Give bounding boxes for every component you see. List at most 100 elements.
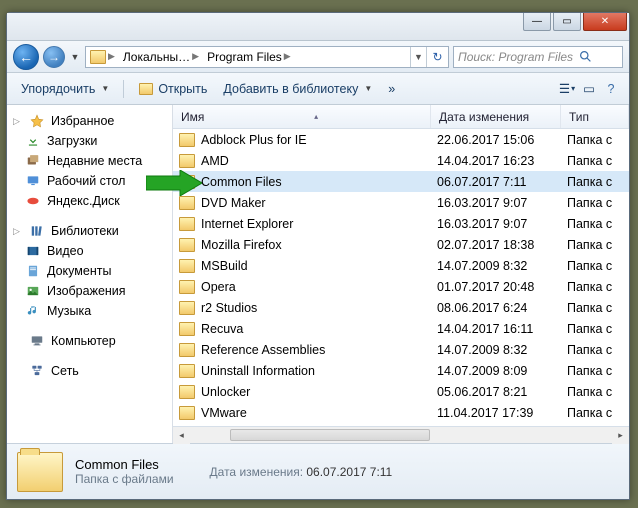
file-row[interactable]: r2 Studios08.06.2017 6:24Папка с bbox=[173, 297, 629, 318]
details-name: Common Files bbox=[75, 457, 174, 472]
folder-icon bbox=[179, 280, 195, 294]
close-icon: ✕ bbox=[601, 16, 609, 27]
add-to-library-menu[interactable]: Добавить в библиотеку ▼ bbox=[217, 79, 378, 99]
file-row[interactable]: Mozilla Firefox02.07.2017 18:38Папка с bbox=[173, 234, 629, 255]
sidebar-favorites-head[interactable]: ▷ Избранное bbox=[7, 111, 172, 131]
folder-icon bbox=[179, 322, 195, 336]
file-row[interactable]: MSBuild14.07.2009 8:32Папка с bbox=[173, 255, 629, 276]
view-icon: ☰ bbox=[559, 81, 570, 96]
back-button[interactable]: ← bbox=[13, 44, 39, 70]
view-options-button[interactable]: ☰▾ bbox=[557, 79, 577, 99]
breadcrumb-item[interactable]: Локальны… ▶ bbox=[119, 47, 203, 67]
close-button[interactable]: ✕ bbox=[583, 13, 627, 31]
file-date-cell: 02.07.2017 18:38 bbox=[431, 238, 561, 252]
scroll-track[interactable] bbox=[190, 427, 612, 443]
sidebar-network-label: Сеть bbox=[51, 364, 79, 378]
folder-icon bbox=[179, 385, 195, 399]
file-type-cell: Папка с bbox=[561, 133, 629, 147]
file-type-cell: Папка с bbox=[561, 343, 629, 357]
sidebar-item-videos[interactable]: Видео bbox=[7, 241, 172, 261]
open-button[interactable]: Открыть bbox=[132, 78, 213, 100]
file-date-cell: 22.06.2017 15:06 bbox=[431, 133, 561, 147]
sidebar-computer-head[interactable]: ▷ Компьютер bbox=[7, 331, 172, 351]
file-date-cell: 14.04.2017 16:23 bbox=[431, 154, 561, 168]
file-name: DVD Maker bbox=[201, 196, 266, 210]
folder-icon bbox=[179, 343, 195, 357]
sidebar-item-music[interactable]: Музыка bbox=[7, 301, 172, 321]
file-date-cell: 11.04.2017 17:39 bbox=[431, 406, 561, 420]
file-row[interactable]: Unlocker05.06.2017 8:21Папка с bbox=[173, 381, 629, 402]
download-icon bbox=[25, 133, 41, 149]
details-subtitle: Папка с файлами bbox=[75, 472, 174, 486]
file-row[interactable]: Internet Explorer16.03.2017 9:07Папка с bbox=[173, 213, 629, 234]
details-pane: Common Files Папка с файлами Дата измене… bbox=[7, 443, 629, 499]
folder-icon bbox=[179, 217, 195, 231]
folder-icon bbox=[179, 175, 195, 189]
file-type-cell: Папка с bbox=[561, 175, 629, 189]
scroll-thumb[interactable] bbox=[230, 429, 430, 441]
toolbar-overflow[interactable]: » bbox=[382, 79, 401, 99]
sidebar-item-pictures[interactable]: Изображения bbox=[7, 281, 172, 301]
maximize-button[interactable]: ▭ bbox=[553, 13, 581, 31]
file-name-cell: AMD bbox=[173, 154, 431, 168]
explorer-window: — ▭ ✕ ← → ▼ ▶ Локальны… ▶ Program Files … bbox=[6, 12, 630, 500]
chevron-down-icon: ▼ bbox=[414, 52, 423, 62]
scroll-left-button[interactable]: ◂ bbox=[173, 427, 190, 444]
help-button[interactable]: ? bbox=[601, 79, 621, 99]
breadcrumb-item[interactable]: Program Files ▶ bbox=[203, 47, 295, 67]
file-row[interactable]: Opera01.07.2017 20:48Папка с bbox=[173, 276, 629, 297]
file-list[interactable]: Adblock Plus for IE22.06.2017 15:06Папка… bbox=[173, 129, 629, 426]
nav-history-dropdown[interactable]: ▼ bbox=[69, 52, 81, 62]
details-meta: Дата изменения: 06.07.2017 7:11 bbox=[210, 465, 393, 479]
sidebar-group-network: ▷ Сеть bbox=[7, 361, 172, 381]
file-row[interactable]: DVD Maker16.03.2017 9:07Папка с bbox=[173, 192, 629, 213]
column-date[interactable]: Дата изменения bbox=[431, 105, 561, 128]
refresh-button[interactable]: ↻ bbox=[426, 47, 448, 67]
address-bar[interactable]: ▶ Локальны… ▶ Program Files ▶ ▼ ↻ bbox=[85, 46, 449, 68]
sidebar-item-desktop[interactable]: Рабочий стол bbox=[7, 171, 172, 191]
breadcrumb-root[interactable]: ▶ bbox=[86, 47, 119, 67]
file-row[interactable]: AMD14.04.2017 16:23Папка с bbox=[173, 150, 629, 171]
file-name: Uninstall Information bbox=[201, 364, 315, 378]
file-type-cell: Папка с bbox=[561, 364, 629, 378]
sidebar-group-computer: ▷ Компьютер bbox=[7, 331, 172, 351]
sidebar-item-recent[interactable]: Недавние места bbox=[7, 151, 172, 171]
sidebar-item-label: Видео bbox=[47, 244, 84, 258]
network-icon bbox=[29, 363, 45, 379]
breadcrumb-label: Локальны… bbox=[123, 50, 190, 64]
file-name: Adblock Plus for IE bbox=[201, 133, 307, 147]
forward-button[interactable]: → bbox=[43, 46, 65, 68]
file-name-cell: VMware bbox=[173, 406, 431, 420]
column-name[interactable]: Имя▴ bbox=[173, 105, 431, 128]
file-date-cell: 14.07.2009 8:09 bbox=[431, 364, 561, 378]
file-row[interactable]: Uninstall Information 14.07.2009 8:09Папк… bbox=[173, 360, 629, 381]
organize-menu[interactable]: Упорядочить ▼ bbox=[15, 79, 115, 99]
file-row[interactable]: Reference Assemblies14.07.2009 8:32Папка… bbox=[173, 339, 629, 360]
file-row[interactable]: Adblock Plus for IE 22.06.2017 15:06Папка… bbox=[173, 129, 629, 150]
navigation-pane[interactable]: ▷ Избранное Загрузки Недавние места Рабо… bbox=[7, 105, 173, 443]
file-type-cell: Папка с bbox=[561, 217, 629, 231]
file-date-cell: 08.06.2017 6:24 bbox=[431, 301, 561, 315]
file-name-cell: Adblock Plus for IE bbox=[173, 133, 431, 147]
file-row[interactable]: Recuva14.04.2017 16:11Папка с bbox=[173, 318, 629, 339]
horizontal-scrollbar[interactable]: ◂ ▸ bbox=[173, 426, 629, 443]
sidebar-item-label: Загрузки bbox=[47, 134, 97, 148]
sidebar-item-documents[interactable]: Документы bbox=[7, 261, 172, 281]
address-dropdown[interactable]: ▼ bbox=[410, 47, 426, 67]
details-info: Common Files Папка с файлами bbox=[75, 457, 174, 486]
minimize-button[interactable]: — bbox=[523, 13, 551, 31]
star-icon bbox=[29, 113, 45, 129]
sidebar-item-label: Музыка bbox=[47, 304, 91, 318]
search-input[interactable]: Поиск: Program Files bbox=[453, 46, 623, 68]
file-row[interactable]: VMware11.04.2017 17:39Папка с bbox=[173, 402, 629, 423]
file-date-cell: 14.07.2009 8:32 bbox=[431, 343, 561, 357]
sidebar-item-downloads[interactable]: Загрузки bbox=[7, 131, 172, 151]
sidebar-network-head[interactable]: ▷ Сеть bbox=[7, 361, 172, 381]
sidebar-libraries-head[interactable]: ▷ Библиотеки bbox=[7, 221, 172, 241]
sidebar-item-yandex-disk[interactable]: Яндекс.Диск bbox=[7, 191, 172, 211]
preview-pane-button[interactable]: ▭ bbox=[579, 79, 599, 99]
scroll-right-button[interactable]: ▸ bbox=[612, 427, 629, 444]
column-type[interactable]: Тип bbox=[561, 105, 629, 128]
file-name: Internet Explorer bbox=[201, 217, 293, 231]
file-row[interactable]: Common Files06.07.2017 7:11Папка с bbox=[173, 171, 629, 192]
